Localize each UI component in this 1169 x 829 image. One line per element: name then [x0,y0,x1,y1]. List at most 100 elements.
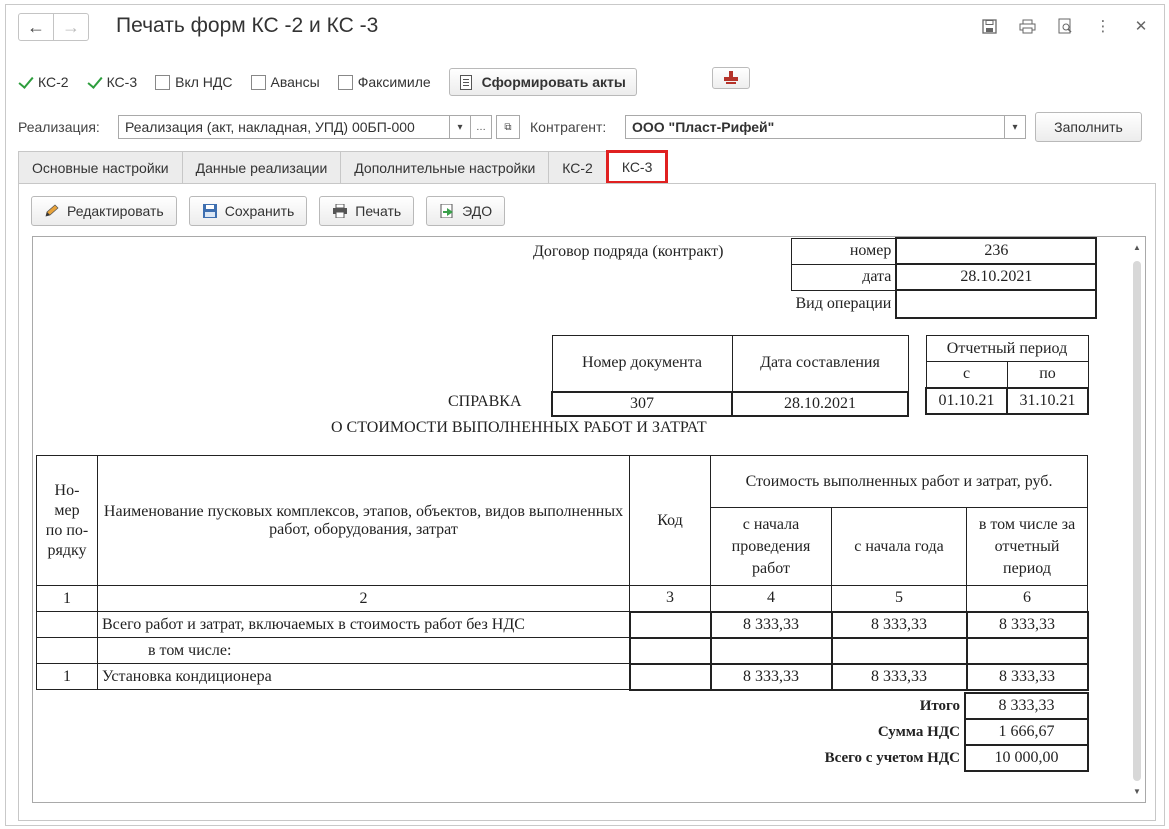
chevron-down-icon: ▾ [457,121,463,133]
edo-button[interactable]: ЭДО [426,196,506,226]
generate-acts-button[interactable]: Сформировать акты [448,68,637,96]
doc-date: 28.10.2021 [731,390,909,417]
arrow-left-icon: ← [27,16,45,37]
column-numbers-row: 1 2 3 4 5 6 [36,585,1088,612]
row-c5 [830,636,968,665]
col-number: 1 [36,585,98,612]
row-c4: 8 333,33 [709,662,833,691]
sale-open-button[interactable]: ⧉ [496,115,520,139]
checkbox-icon [155,74,171,90]
edo-send-icon [440,204,454,218]
total-label: Всего с учетом НДС [824,749,960,766]
cert-title: СПРАВКА [448,393,522,410]
chevron-down-icon: ▾ [1012,121,1018,133]
fill-button[interactable]: Заполнить [1035,112,1142,142]
tab-ks2[interactable]: КС-2 [548,151,607,184]
doc-number-header: Номер документа [551,335,733,392]
date-label: дата [791,263,897,291]
floppy-icon [202,204,217,218]
number-label: номер [791,237,897,265]
facsimile-checkbox[interactable]: Факсимиле [337,74,431,90]
ks3-tab-panel: Редактировать Сохранить Печать ЭДО Догов… [18,183,1156,821]
edit-button[interactable]: Редактировать [31,196,177,226]
sale-dropdown-button[interactable]: ▾ [449,115,471,139]
checkbox-checked-icon [86,74,102,90]
print-icon[interactable] [1018,17,1036,35]
scroll-up-icon[interactable]: ▲ [1133,243,1141,252]
arrow-right-icon: → [62,16,80,37]
checkbox-icon [250,74,266,90]
row-code [628,662,712,691]
tab-sale-data[interactable]: Данные реализации [181,151,342,184]
checkbox-icon [337,74,353,90]
totals-table: Итого 8 333,33 Сумма НДС 1 666,67 Всего … [753,692,1089,772]
scroll-down-icon[interactable]: ▼ [1133,787,1141,796]
vat-checkbox[interactable]: Вкл НДС [155,74,233,90]
sale-field[interactable]: Реализация (акт, накладная, УПД) 00БП-00… [118,115,450,139]
row-code [628,636,712,665]
header-from-start: с начала проведения работ [710,507,832,586]
row-name: в том числе: [97,637,630,664]
ks3-checkbox[interactable]: КС-3 [86,74,137,90]
period-from-header: с [925,361,1008,388]
row-c6: 8 333,33 [965,610,1089,639]
options-row: КС-2 КС-3 Вкл НДС Авансы Факсимиле Сформ… [18,67,637,97]
row-num [36,611,98,638]
tab-bar: Основные настройки Данные реализации Доп… [18,150,669,184]
tab-ks3[interactable]: КС-3 [605,150,669,184]
row-name: Всего работ и затрат, включаемых в стоим… [97,611,630,638]
col-number: 5 [831,585,967,612]
document-icon [459,74,472,90]
title-bar: ← → Печать форм КС -2 и КС -3 ⋮ ✕ [6,5,1164,49]
document-toolbar: Редактировать Сохранить Печать ЭДО [31,196,506,226]
stamp-button[interactable] [712,67,750,89]
row-c5: 8 333,33 [830,662,968,691]
doc-number: 307 [551,390,733,417]
preview-icon[interactable] [1056,17,1074,35]
vat-label: Сумма НДС [877,723,960,740]
row-c6: 8 333,33 [965,662,1089,691]
col-number: 3 [629,585,711,612]
period-header: Отчетный период [925,335,1089,362]
col-number: 2 [97,585,630,612]
save-button[interactable]: Сохранить [188,196,308,226]
header-period: в том числе за отчетный период [966,507,1088,586]
row-code [628,610,712,639]
vat-value: 1 666,67 [964,718,1089,746]
scroll-thumb[interactable] [1133,261,1141,781]
window-title: Печать форм КС -2 и КС -3 [116,14,379,37]
contract-label: Договор подряда (контракт) [533,243,724,260]
table-row: 1 Установка кондиционера 8 333,33 8 333,… [36,662,1089,691]
doc-info-table: Номер документа Дата составления 307 28.… [551,335,909,417]
period-to: 31.10.21 [1006,386,1089,415]
row-c6 [965,636,1089,665]
table-row: Всего работ и затрат, включаемых в стоим… [36,610,1089,639]
print-button[interactable]: Печать [319,196,415,226]
period-to-header: по [1006,361,1089,388]
back-button[interactable]: ← [18,13,54,41]
printer-icon [333,204,348,218]
tab-additional-settings[interactable]: Дополнительные настройки [340,151,550,184]
tab-main-settings[interactable]: Основные настройки [18,151,183,184]
checkbox-checked-icon [18,74,33,90]
table-row: в том числе: [36,636,1089,665]
row-name: Установка кондиционера [97,663,630,690]
vertical-scrollbar[interactable]: ▲ ▼ [1129,237,1145,802]
itogo-value: 8 333,33 [964,692,1089,720]
row-c4: 8 333,33 [709,610,833,639]
row-c4 [709,636,833,665]
filters-row: Реализация: Реализация (акт, накладная, … [18,112,1152,142]
save-icon[interactable] [980,17,998,35]
header-name: Наименование пусковых комплексов, этапов… [97,455,630,586]
ks2-checkbox[interactable]: КС-2 [18,74,69,90]
sale-select-button[interactable]: … [470,115,492,139]
itogo-label: Итого [919,697,960,714]
counterparty-field[interactable]: ООО "Пласт-Рифей" [625,115,1005,139]
advances-checkbox[interactable]: Авансы [250,74,320,90]
counterparty-dropdown-button[interactable]: ▾ [1004,115,1026,139]
forward-button[interactable]: → [53,13,89,41]
close-icon[interactable]: ✕ [1132,17,1150,35]
cert-subtitle: О СТОИМОСТИ ВЫПОЛНЕННЫХ РАБОТ И ЗАТРАТ [331,419,707,436]
more-icon[interactable]: ⋮ [1094,17,1112,35]
works-table: Но- мер по по- рядку Наименование пусков… [36,455,1089,691]
